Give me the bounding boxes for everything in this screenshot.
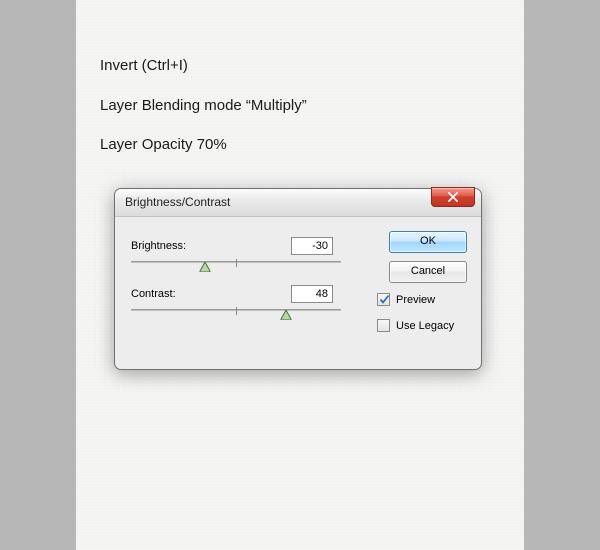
instruction-line: Layer Blending mode “Multiply” [100, 96, 307, 116]
contrast-value-input[interactable]: 48 [291, 285, 333, 303]
close-icon [447, 192, 459, 202]
instruction-line: Invert (Ctrl+I) [100, 56, 307, 76]
check-icon [379, 294, 390, 305]
contrast-slider-thumb[interactable] [281, 310, 292, 320]
brightness-row: Brightness: -30 [131, 237, 333, 255]
preview-label: Preview [396, 294, 435, 306]
legacy-checkbox[interactable] [377, 319, 390, 332]
legacy-label: Use Legacy [396, 320, 454, 332]
dialog-title: Brightness/Contrast [125, 195, 230, 209]
document-page: Invert (Ctrl+I) Layer Blending mode “Mul… [76, 0, 524, 550]
brightness-slider-track[interactable] [131, 261, 341, 263]
cancel-button[interactable]: Cancel [389, 261, 467, 283]
brightness-slider-thumb[interactable] [199, 262, 210, 272]
instruction-line: Layer Opacity 70% [100, 135, 307, 155]
instruction-block: Invert (Ctrl+I) Layer Blending mode “Mul… [100, 56, 307, 175]
dialog-body: Brightness: -30 Contrast: 48 [115, 217, 481, 369]
slider-center-tick [236, 259, 237, 267]
ok-button[interactable]: OK [389, 231, 467, 253]
brightness-contrast-dialog: Brightness/Contrast Brightness: -30 [114, 188, 482, 370]
dialog-button-column: OK Cancel [389, 231, 467, 291]
preview-checkbox[interactable] [377, 293, 390, 306]
contrast-label: Contrast: [131, 288, 291, 300]
preview-checkbox-row[interactable]: Preview [377, 293, 467, 306]
close-button[interactable] [431, 187, 475, 207]
slider-center-tick [236, 307, 237, 315]
contrast-row: Contrast: 48 [131, 285, 333, 303]
contrast-slider-track[interactable] [131, 309, 341, 311]
legacy-checkbox-row[interactable]: Use Legacy [377, 319, 467, 332]
brightness-label: Brightness: [131, 240, 291, 252]
brightness-value-input[interactable]: -30 [291, 237, 333, 255]
dialog-titlebar[interactable]: Brightness/Contrast [115, 189, 481, 217]
